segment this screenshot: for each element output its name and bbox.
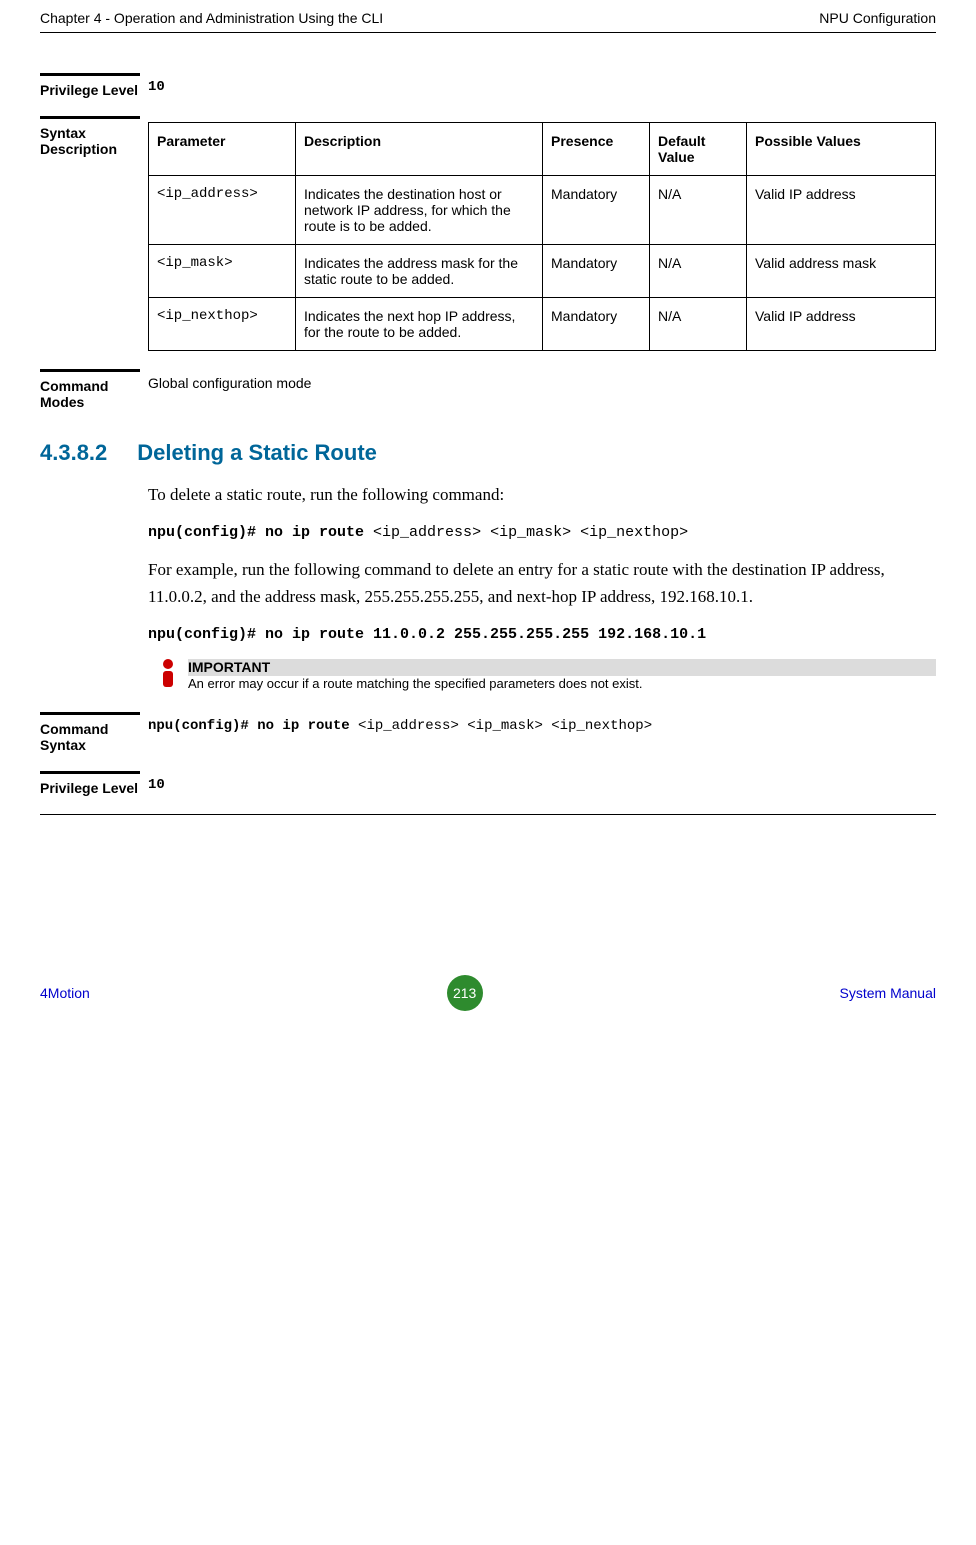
cell-desc: Indicates the destination host or networ… (296, 176, 543, 245)
important-title: IMPORTANT (188, 659, 936, 676)
cmd-bold: npu(config)# no ip route (148, 718, 358, 734)
privilege-level-value: 10 (148, 771, 936, 793)
footer-divider (40, 814, 936, 815)
paragraph: For example, run the following command t… (148, 557, 936, 610)
syntax-description-label: Syntax Description (40, 116, 140, 157)
table-header-row: Parameter Description Presence Default V… (149, 123, 936, 176)
cmd-args: <ip_address> <ip_mask> <ip_nexthop> (358, 718, 652, 734)
th-presence: Presence (543, 123, 650, 176)
info-icon (161, 659, 175, 687)
th-possible: Possible Values (747, 123, 936, 176)
privilege-level-label: Privilege Level (40, 73, 140, 98)
important-text: An error may occur if a route matching t… (188, 676, 936, 692)
paragraph: To delete a static route, run the follow… (148, 482, 936, 508)
th-default: Default Value (650, 123, 747, 176)
cmd-args: <ip_address> <ip_mask> <ip_nexthop> (373, 524, 688, 541)
command-syntax-label: Command Syntax (40, 712, 140, 753)
cell-possible: Valid address mask (747, 245, 936, 298)
cell-desc: Indicates the address mask for the stati… (296, 245, 543, 298)
cell-param: <ip_mask> (149, 245, 296, 298)
privilege-level-value: 10 (148, 73, 936, 95)
table-row: <ip_address> Indicates the destination h… (149, 176, 936, 245)
important-note: IMPORTANT An error may occur if a route … (148, 659, 936, 692)
footer-left: 4Motion (40, 985, 90, 1001)
cell-param: <ip_nexthop> (149, 298, 296, 351)
privilege-level-label: Privilege Level (40, 771, 140, 796)
command-example: npu(config)# no ip route 11.0.0.2 255.25… (148, 626, 936, 643)
cell-desc: Indicates the next hop IP address, for t… (296, 298, 543, 351)
cell-presence: Mandatory (543, 176, 650, 245)
header-right: NPU Configuration (819, 10, 936, 26)
table-row: <ip_mask> Indicates the address mask for… (149, 245, 936, 298)
cell-default: N/A (650, 176, 747, 245)
cell-default: N/A (650, 245, 747, 298)
cell-param: <ip_address> (149, 176, 296, 245)
section-title: Deleting a Static Route (137, 440, 377, 466)
command-example: npu(config)# no ip route <ip_address> <i… (148, 524, 936, 541)
footer-right: System Manual (840, 985, 936, 1001)
section-number: 4.3.8.2 (40, 440, 107, 466)
command-modes-value: Global configuration mode (148, 369, 936, 391)
cell-possible: Valid IP address (747, 298, 936, 351)
command-syntax-value: npu(config)# no ip route <ip_address> <i… (148, 712, 936, 734)
cmd-bold: npu(config)# no ip route (148, 524, 373, 541)
table-row: <ip_nexthop> Indicates the next hop IP a… (149, 298, 936, 351)
th-description: Description (296, 123, 543, 176)
cell-possible: Valid IP address (747, 176, 936, 245)
cell-presence: Mandatory (543, 245, 650, 298)
header-left: Chapter 4 - Operation and Administration… (40, 10, 383, 26)
cell-presence: Mandatory (543, 298, 650, 351)
syntax-table: Parameter Description Presence Default V… (148, 122, 936, 351)
page-number-badge: 213 (447, 975, 483, 1011)
th-parameter: Parameter (149, 123, 296, 176)
header-divider (40, 32, 936, 33)
command-modes-label: Command Modes (40, 369, 140, 410)
cell-default: N/A (650, 298, 747, 351)
